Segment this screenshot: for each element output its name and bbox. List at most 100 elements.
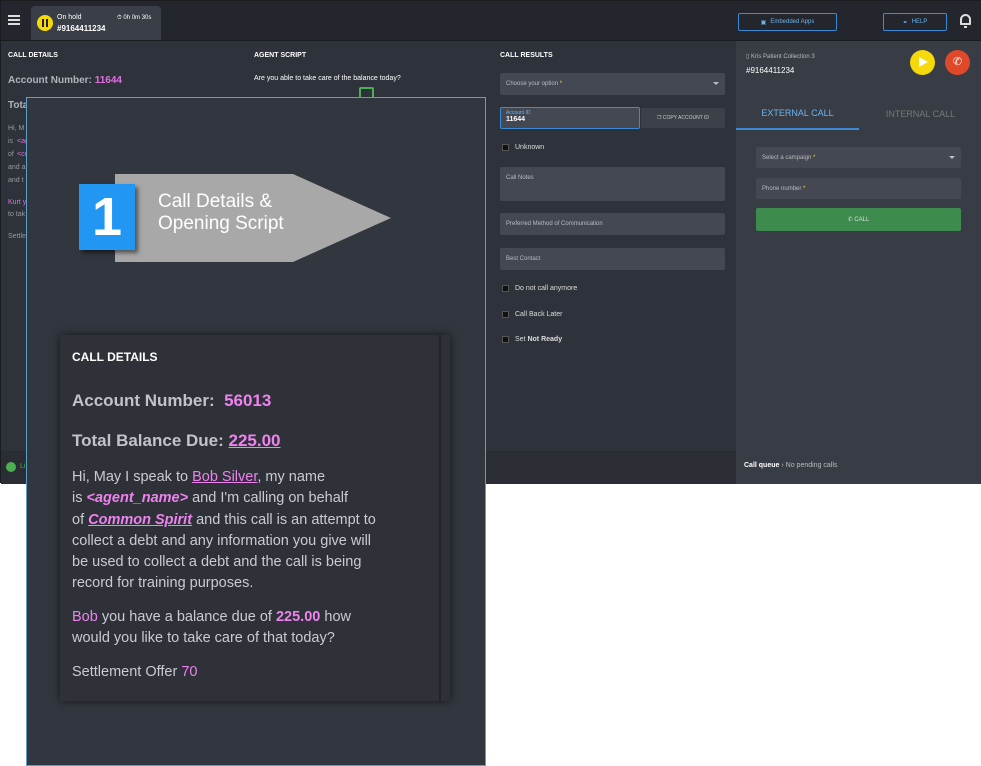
divider	[439, 335, 441, 701]
best-contact-placeholder: Best Contact	[506, 256, 541, 262]
balance-script: Bob you have a balance due of 225.00 how…	[72, 607, 432, 650]
script-line: Bob you have a balance due of 225.00 how	[72, 607, 432, 628]
document-icon: ▯	[746, 54, 750, 60]
do-not-call-checkbox[interactable]: Do not call anymore	[502, 285, 577, 292]
help-label: HELP	[911, 19, 928, 25]
call-timer: ⏱ 0h 0m 30s	[117, 15, 151, 22]
play-icon[interactable]	[910, 50, 935, 75]
puzzle-icon: ▣	[760, 19, 767, 26]
call-back-later-label: Call Back Later	[515, 311, 563, 318]
text-fragment: Kurt y	[8, 199, 27, 206]
active-call-card[interactable]: On hold #9164411234 ⏱ 0h 0m 30s	[31, 6, 161, 40]
text-fragment: of	[8, 151, 14, 158]
script-text: you have a balance due of	[101, 609, 272, 625]
script-text: Hi, May I speak to	[72, 469, 189, 485]
checkbox-icon[interactable]	[502, 336, 509, 343]
account-number-value: 56013	[224, 391, 272, 410]
text-fragment: is	[8, 138, 14, 145]
option-select[interactable]: Choose your option *	[500, 73, 725, 95]
option-select-label: Choose your option	[506, 81, 559, 87]
call-details-card: CALL DETAILS Account Number: 56013 Total…	[60, 335, 450, 701]
pause-icon[interactable]	[37, 15, 53, 31]
card-header: CALL DETAILS	[72, 350, 158, 364]
script-line: record for training purposes.	[72, 575, 254, 592]
not-ready-label: Set Not Ready	[515, 336, 562, 343]
call-button[interactable]: ✆ CALL	[756, 208, 961, 231]
call-queue-bar[interactable]: Call queue › No pending calls	[736, 451, 981, 484]
call-queue-label: Call queue	[744, 462, 780, 469]
script-text: , my name	[257, 469, 326, 485]
menu-icon[interactable]	[8, 15, 20, 25]
script-text: is	[72, 490, 83, 507]
hold-number: #9164411234	[57, 24, 106, 33]
total-balance-row: Total Balance Due: 225.00	[72, 431, 281, 451]
copy-account-id-button[interactable]: ❐ COPY ACCOUNT ID	[641, 108, 725, 128]
chevron-down-icon	[713, 82, 719, 85]
bell-icon[interactable]	[960, 14, 971, 28]
settlement-offer: Settlement Offer 70	[72, 662, 432, 683]
not-ready-text: Not Ready	[527, 336, 563, 343]
phone-icon: ✆	[847, 217, 853, 223]
account-number-row: Account Number: 11644	[8, 75, 122, 86]
help-button[interactable]: ⚭ HELP	[883, 13, 947, 31]
call-tabs: EXTERNAL CALL INTERNAL CALL	[736, 98, 981, 130]
callout-line-1: Call Details &	[158, 191, 273, 212]
account-number-label: Account Number:	[72, 391, 215, 410]
text-fragment: Hi, M	[8, 125, 25, 132]
set-label: Set	[515, 336, 526, 343]
best-contact-field[interactable]: Best Contact	[500, 248, 725, 270]
script-text: and this call is an attempt to	[196, 511, 376, 528]
checkbox-icon[interactable]	[502, 311, 509, 318]
copy-account-id-label: COPY ACCOUNT ID	[662, 115, 710, 121]
not-ready-checkbox[interactable]: Set Not Ready	[502, 336, 562, 343]
required-marker: *	[813, 154, 816, 161]
embedded-apps-label: Embedded Apps	[770, 19, 815, 25]
debtor-first-name: Bob	[72, 609, 98, 625]
patient-number: #9164411234	[746, 66, 795, 75]
call-queue[interactable]: Call queue › No pending calls	[744, 462, 837, 469]
phone-number-input[interactable]: Phone number *	[756, 178, 961, 199]
online-status-fragment: Li	[20, 463, 26, 470]
text-fragment: Settle	[8, 233, 26, 240]
account-number-value: 11644	[94, 75, 122, 86]
call-timer-value: 0h 0m 30s	[123, 15, 152, 21]
call-results-panel: Choose your option * Account ID 11644 ❐ …	[491, 41, 736, 451]
text-fragment: and a	[8, 164, 26, 171]
hangup-icon[interactable]: ✆	[945, 50, 970, 75]
script-text: of	[72, 511, 85, 528]
settlement-label: Settlement Offer	[72, 664, 178, 680]
step-callout: 1 Call Details & Opening Script	[79, 172, 393, 264]
tab-external-call[interactable]: EXTERNAL CALL	[736, 98, 859, 130]
checkbox-icon[interactable]	[502, 144, 509, 151]
opening-script: Hi, May I speak to Bob Silver, my name i…	[72, 467, 432, 595]
phone-number-placeholder: Phone number	[762, 185, 802, 192]
embedded-apps-button[interactable]: ▣ Embedded Apps	[738, 13, 837, 31]
account-number-row: Account Number: 56013	[72, 391, 271, 411]
call-notes-field[interactable]: Call Notes	[500, 167, 725, 201]
required-marker: *	[803, 185, 806, 192]
balance-value: 225.00	[228, 431, 281, 450]
step-number: 1	[79, 184, 135, 250]
patient-name: ▯ Kris Patient Collection 3	[746, 53, 815, 60]
balance-amount: 225.00	[275, 609, 321, 625]
call-back-later-checkbox[interactable]: Call Back Later	[502, 311, 562, 318]
unknown-checkbox[interactable]: Unknown	[502, 144, 544, 151]
top-bar: On hold #9164411234 ⏱ 0h 0m 30s ▣ Embedde…	[1, 1, 981, 41]
script-text: and I'm calling on behalf	[192, 490, 349, 507]
checkbox-icon[interactable]	[502, 285, 509, 292]
call-notes-placeholder: Call Notes	[506, 175, 534, 181]
script-line: of Common Spirit and this call is an att…	[72, 510, 432, 531]
patient-name-label: Kris Patient Collection 3	[750, 54, 815, 60]
script-line: collect a debt and any information you g…	[72, 532, 372, 549]
account-id-value: 11644	[506, 116, 526, 123]
link-icon: ⚭	[902, 19, 908, 26]
preferred-method-field[interactable]: Preferred Method of Communication	[500, 213, 725, 235]
script-line: be used to collect a debt and the call i…	[72, 554, 362, 571]
campaign-select[interactable]: Select a campaign *	[756, 147, 961, 168]
campaign-select-label: Select a campaign	[762, 154, 812, 161]
tab-internal-call[interactable]: INTERNAL CALL	[859, 98, 981, 130]
tutorial-overlay: 1 Call Details & Opening Script CALL DET…	[26, 97, 486, 766]
copy-icon: ❐	[656, 115, 662, 121]
chevron-right-icon: ›	[781, 462, 784, 469]
account-id-field[interactable]: Account ID 11644	[500, 107, 640, 129]
